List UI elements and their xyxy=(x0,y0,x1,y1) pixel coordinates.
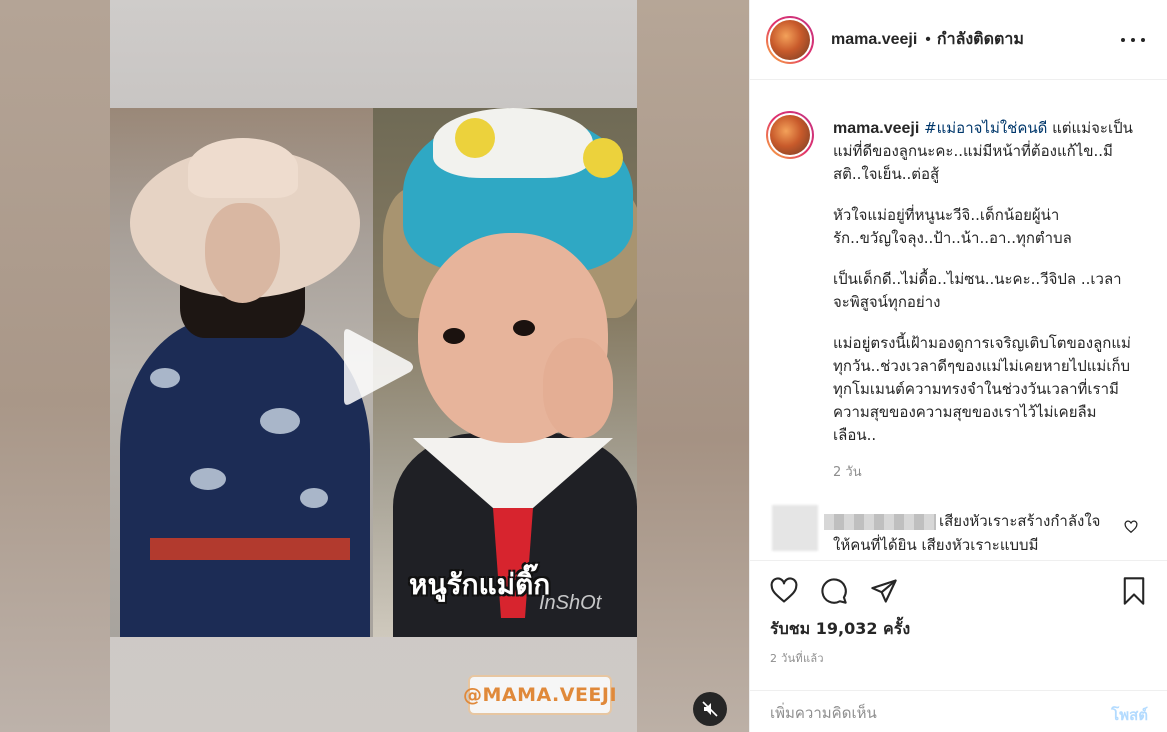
dress-pattern xyxy=(300,488,328,508)
post-date[interactable]: 2 วันที่แล้ว xyxy=(770,649,824,667)
caption-paragraph-4: แม่อยู่ตรงนี้เฝ้ามองดูการเจริญเติบโตของล… xyxy=(833,334,1131,444)
caption-paragraph-1: mama.veeji #แม่อาจไม่ใช่คนดี แต่แม่จะเป็… xyxy=(833,117,1133,186)
kid-eye-right xyxy=(513,320,535,336)
bookmark-icon[interactable] xyxy=(1116,573,1152,609)
comment-icon[interactable] xyxy=(816,573,852,609)
post-media[interactable]: หนูรักแม่ติ๊ก InShOt @MAMA.VEEJI xyxy=(0,0,749,732)
comment-item: เสียงหัวเราะสร้างกำลังใจให้คนที่ได้ยิน เ… xyxy=(750,500,1167,560)
media-blur-right xyxy=(637,0,749,732)
view-count[interactable]: รับชม 19,032 ครั้ง xyxy=(770,617,910,642)
handle-sticker: @MAMA.VEEJI xyxy=(463,675,617,715)
dress-pattern xyxy=(260,408,300,434)
caption-paragraph-2: หัวใจแม่อยู่ที่หนูนะวีจิ..เด็กน้อยผู้น่า… xyxy=(833,206,1072,247)
media-blur-left xyxy=(0,0,110,732)
caption-username[interactable]: mama.veeji xyxy=(833,120,919,137)
dress-pattern xyxy=(190,468,226,490)
header-username[interactable]: mama.veeji xyxy=(831,31,917,49)
inshot-watermark: InShOt xyxy=(539,592,602,614)
add-comment-bar: โพสต์ xyxy=(750,690,1167,732)
avatar[interactable] xyxy=(766,15,814,64)
kid-eye-left xyxy=(443,328,465,344)
play-icon[interactable] xyxy=(338,322,418,412)
post-side-panel: mama.veeji • กำลังติดตาม mama.veeji #แม่… xyxy=(749,0,1167,732)
header-separator: • xyxy=(925,30,931,48)
heart-icon[interactable] xyxy=(766,573,802,609)
comment-avatar-blurred[interactable] xyxy=(772,505,818,551)
share-icon[interactable] xyxy=(866,573,902,609)
caption-scroll-area[interactable]: mama.veeji #แม่อาจไม่ใช่คนดี แต่แม่จะเป็… xyxy=(750,81,1167,501)
comment-input[interactable] xyxy=(770,699,1070,727)
avatar-image xyxy=(770,19,810,60)
more-options-icon[interactable] xyxy=(1121,30,1145,50)
comment-like-heart-icon[interactable] xyxy=(1124,520,1138,539)
caption-timestamp[interactable]: 2 วัน xyxy=(833,461,862,482)
kid-hand xyxy=(543,338,613,438)
mom-dress xyxy=(120,318,370,637)
action-bar xyxy=(766,573,1152,609)
hat-horn-right xyxy=(583,138,623,178)
mom-belt xyxy=(150,538,350,560)
follow-status-button[interactable]: กำลังติดตาม xyxy=(937,27,1024,52)
dress-pattern xyxy=(150,368,180,388)
post-actions: รับชม 19,032 ครั้ง 2 วันที่แล้ว xyxy=(750,560,1167,710)
sticker-handle-text: @MAMA.VEEJI xyxy=(462,684,618,706)
post-comment-button[interactable]: โพสต์ xyxy=(1111,703,1148,727)
caption-text: mama.veeji #แม่อาจไม่ใช่คนดี แต่แม่จะเป็… xyxy=(833,117,1133,465)
mute-icon[interactable] xyxy=(693,692,727,726)
caption-hashtag[interactable]: #แม่อาจไม่ใช่คนดี xyxy=(924,119,1047,137)
mom-face xyxy=(205,203,280,303)
comment-text: เสียงหัวเราะสร้างกำลังใจให้คนที่ได้ยิน เ… xyxy=(833,512,1101,554)
mom-hat-crown xyxy=(188,138,298,198)
video-overlay-caption: หนูรักแม่ติ๊ก xyxy=(409,568,551,601)
caption-paragraph-3: เป็นเด็กดี..ไม่ดื้อ..ไม่ซน..นะคะ..วีจิปล… xyxy=(833,270,1122,311)
hat-horn-left xyxy=(455,118,495,158)
post-header: mama.veeji • กำลังติดตาม xyxy=(750,0,1167,80)
caption-avatar[interactable] xyxy=(766,111,814,159)
photo-mother xyxy=(110,108,373,637)
caption-avatar-image xyxy=(770,115,810,155)
